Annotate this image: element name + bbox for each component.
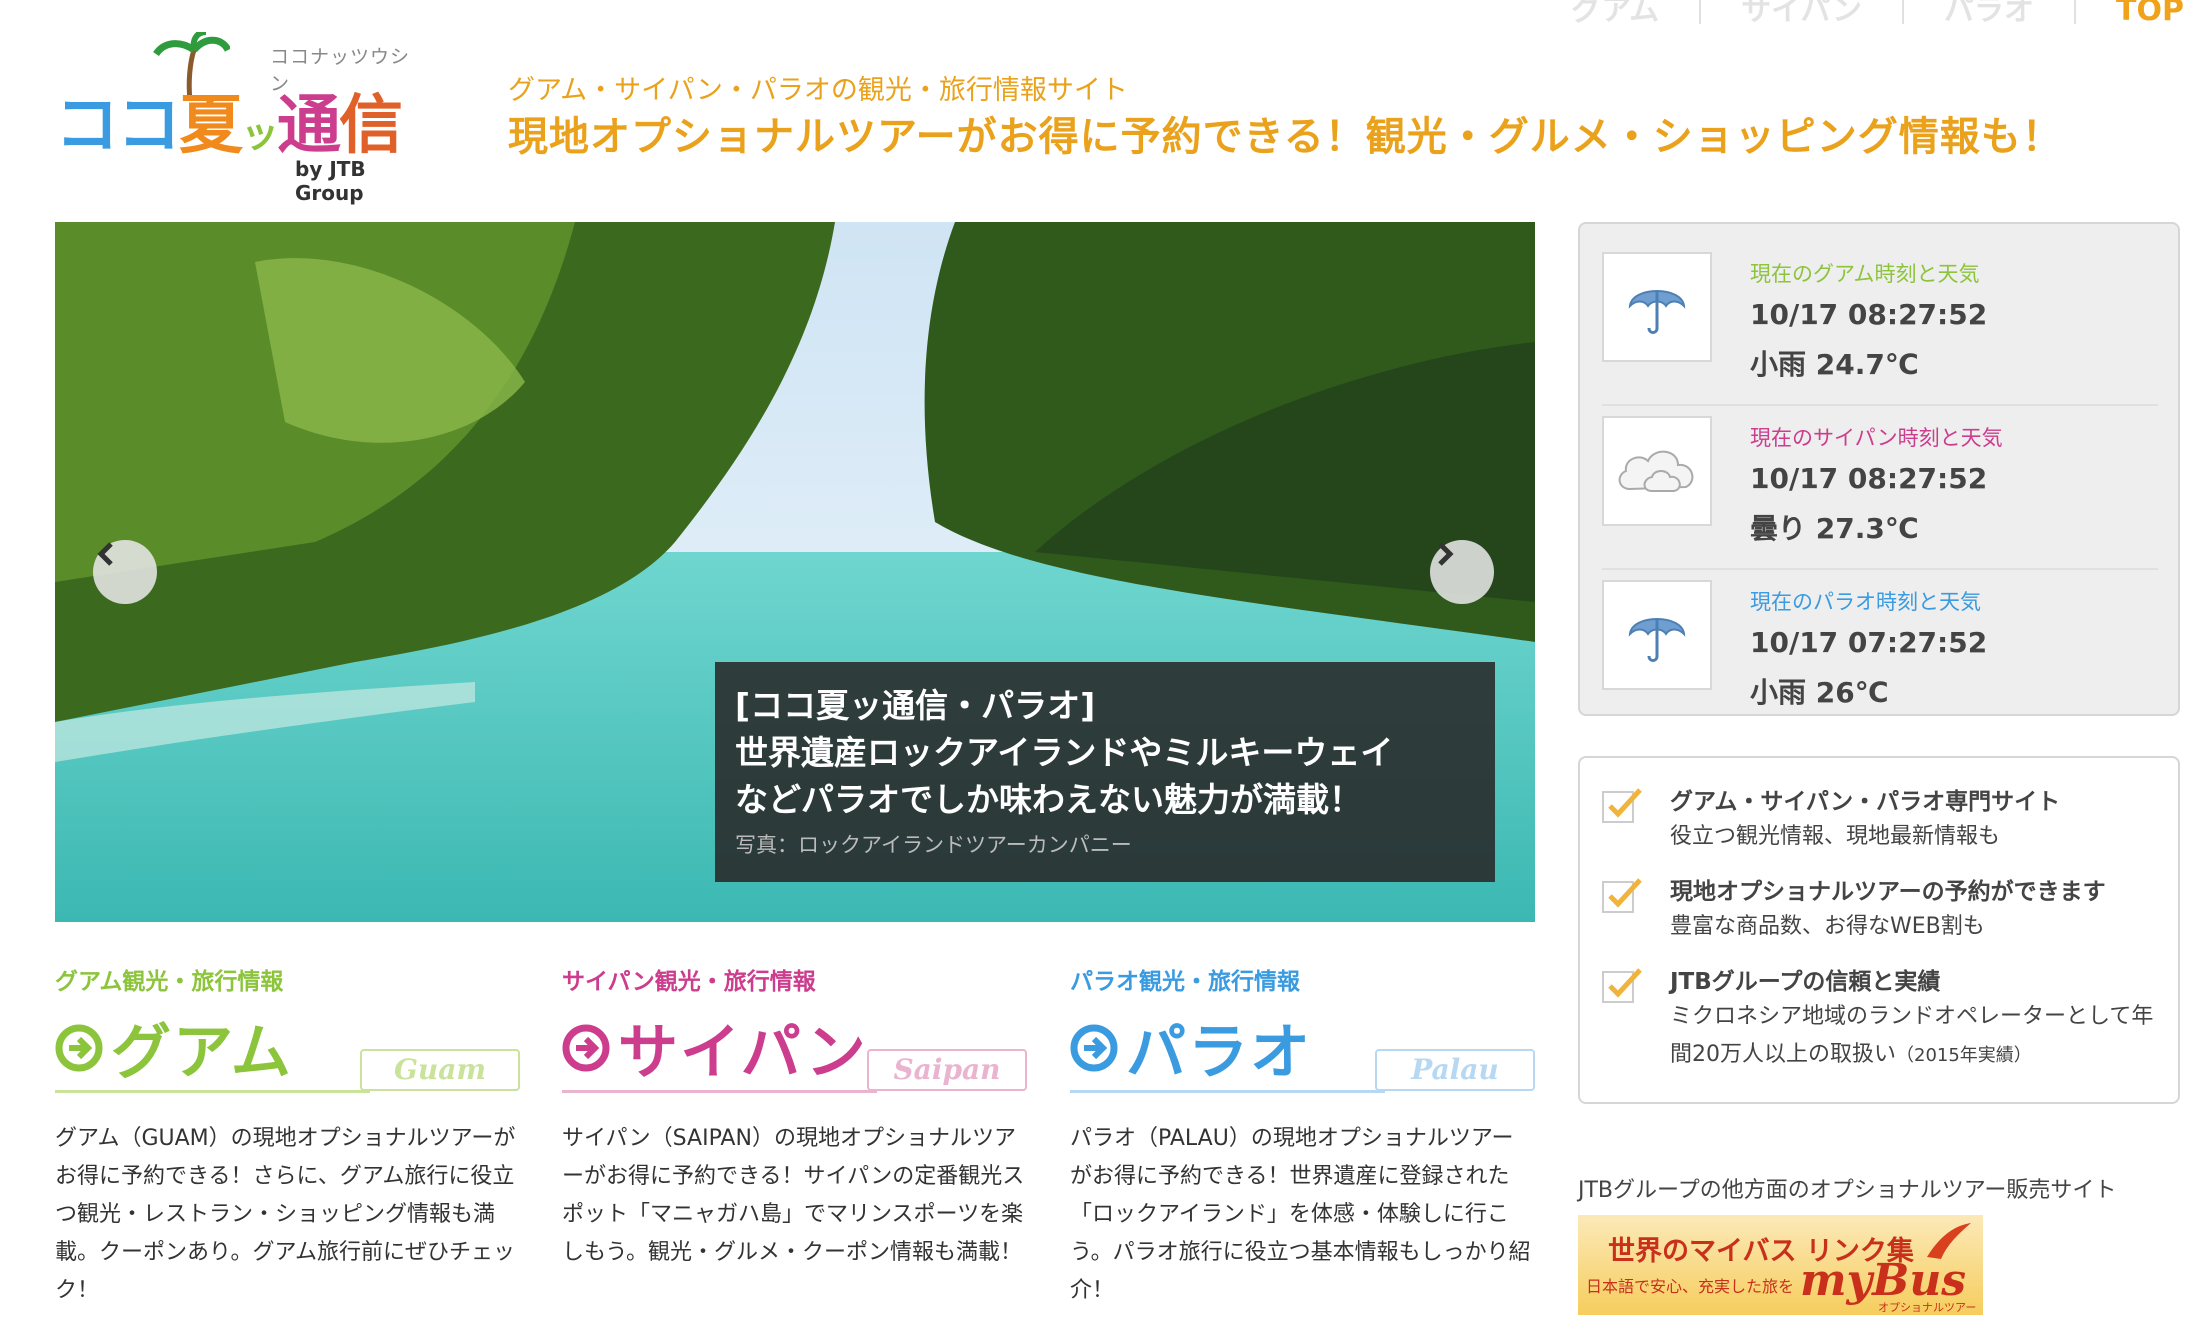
feature-title: グアム・サイパン・パラオ専門サイト [1670,789,2061,815]
arrow-circle-icon [562,1024,610,1071]
weather-time: 10/17 08:27:52 [1750,298,1988,331]
checkmark-icon [1602,878,1642,913]
palau-title: パラオ [1126,1018,1312,1088]
slider-prev-button[interactable] [93,540,157,604]
top-nav: グアム サイパン パラオ TOP [1531,0,2184,24]
palau-divider [1070,1090,1385,1093]
weather-row-saipan: 現在のサイパン時刻と天気 10/17 08:27:52 曇り 27.3℃ [1602,406,2158,570]
guam-title: グアム [111,1018,293,1088]
hero-slider[interactable]: [ココ夏ッ通信・パラオ] 世界遺産ロックアイランドやミルキーウェイ などパラオで… [55,222,1535,922]
feature-desc: 役立つ観光情報、現地最新情報も [1670,824,2001,849]
feature-item: グアム・サイパン・パラオ専門サイト 役立つ観光情報、現地最新情報も [1602,786,2158,856]
palau-banner[interactable]: パラオ Palau [1070,1004,1535,1104]
logo-by: by JTB Group [295,157,366,205]
feature-desc: ミクロネシア地域のランドオペレーターとして年間20万人以上の取扱い（2015年実… [1670,1004,2154,1067]
saipan-title: サイパン [618,1018,868,1088]
guam-banner[interactable]: グアム Guam [55,1004,520,1104]
destination-palau: パラオ観光・旅行情報 パラオ Palau パラオ（PALAU）の現地オプショナル… [1070,962,1535,1310]
slider-next-button[interactable] [1430,540,1494,604]
mybus-small: オプショナルツアー [1878,1301,1977,1314]
umbrella-icon [1628,290,1686,334]
tagline-sub: グアム・サイパン・パラオの観光・旅行情報サイト [508,75,1128,106]
weather-icon-box [1602,252,1712,362]
checkmark-icon [1602,788,1642,823]
weather-time: 10/17 07:27:52 [1750,626,1988,659]
nav-palau[interactable]: パラオ [1902,0,2074,24]
umbrella-icon [1628,618,1686,662]
weather-row-guam: 現在のグアム時刻と天気 10/17 08:27:52 小雨 24.7℃ [1602,242,2158,406]
logo-text: ココ夏ッ通信 [55,89,403,163]
saipan-divider [562,1090,877,1093]
chevron-left-icon [97,542,113,566]
chevron-right-icon [1438,542,1454,566]
palau-subtitle: パラオ観光・旅行情報 [1070,969,1300,995]
nav-saipan[interactable]: サイパン [1699,0,1902,24]
mybus-banner[interactable]: 世界のマイバス リンク集 日本語で安心、充実した旅を myBus オプショナルツ… [1578,1215,1983,1315]
destination-guam: グアム観光・旅行情報 グアム Guam グアム（GUAM）の現地オプショナルツア… [55,962,520,1310]
weather-icon-box [1602,580,1712,690]
weather-condition: 小雨 26℃ [1750,676,1889,709]
destination-saipan: サイパン観光・旅行情報 サイパン Saipan サイパン（SAIPAN）の現地オ… [562,962,1027,1272]
slide-caption[interactable]: [ココ夏ッ通信・パラオ] 世界遺産ロックアイランドやミルキーウェイ などパラオで… [715,662,1495,882]
site-logo[interactable]: ココナッツウシン ココ夏ッ通信 by JTB Group [55,32,425,205]
weather-label: 現在のサイパン時刻と天気 [1750,426,2003,450]
weather-condition: 曇り 27.3℃ [1750,512,1919,545]
checkmark-icon [1602,968,1642,1003]
feature-note: （2015年実績） [1896,1045,2032,1066]
features-panel: グアム・サイパン・パラオ専門サイト 役立つ観光情報、現地最新情報も 現地オプショ… [1578,756,2180,1104]
weather-icon-box [1602,416,1712,526]
caption-line-3: などパラオでしか味わえない魅力が満載！ [735,780,1362,819]
caption-line-1: [ココ夏ッ通信・パラオ] [735,686,1096,725]
feature-title: 現地オプショナルツアーの予約ができます [1670,879,2106,905]
feature-title: JTBグループの信頼と実績 [1670,969,1941,995]
feature-desc: 豊富な商品数、お得なWEB割も [1670,914,1985,939]
arrow-circle-icon [55,1024,103,1071]
saipan-banner[interactable]: サイパン Saipan [562,1004,1027,1104]
guam-description: グアム（GUAM）の現地オプショナルツアーがお得に予約できる！さらに、グアム旅行… [55,1126,516,1303]
palau-description: パラオ（PALAU）の現地オプショナルツアーがお得に予約できる！世界遺産に登録さ… [1070,1126,1531,1303]
weather-label: 現在のグアム時刻と天気 [1750,262,1980,286]
weather-panel: 現在のグアム時刻と天気 10/17 08:27:52 小雨 24.7℃ 現在のサ… [1578,222,2180,716]
mybus-tagline: 日本語で安心、充実した旅を [1586,1277,1795,1296]
nav-guam[interactable]: グアム [1531,0,1699,24]
saipan-description: サイパン（SAIPAN）の現地オプショナルツアーがお得に予約できる！サイパンの定… [562,1126,1025,1265]
feature-item: JTBグループの信頼と実績 ミクロネシア地域のランドオペレーターとして年間20万… [1602,966,2158,1075]
guam-divider [55,1090,370,1093]
arrow-circle-icon [1070,1024,1118,1071]
weather-row-palau: 現在のパラオ時刻と天気 10/17 07:27:52 小雨 26℃ [1602,570,2158,734]
cloud-icon [1618,450,1694,492]
feature-item: 現地オプショナルツアーの予約ができます 豊富な商品数、お得なWEB割も [1602,876,2158,946]
tagline-main: 現地オプショナルツアーがお得に予約できる！観光・グルメ・ショッピング情報も！ [508,114,2063,160]
guam-tag: Guam [360,1049,520,1091]
caption-credit: 写真：ロックアイランドツアーカンパニー [735,833,1132,857]
nav-top[interactable]: TOP [2074,0,2184,24]
weather-label: 現在のパラオ時刻と天気 [1750,590,1981,614]
guam-subtitle: グアム観光・旅行情報 [55,969,284,995]
weather-time: 10/17 08:27:52 [1750,462,1988,495]
saipan-tag: Saipan [867,1049,1027,1091]
saipan-subtitle: サイパン観光・旅行情報 [562,969,816,995]
weather-condition: 小雨 24.7℃ [1750,348,1919,381]
palau-tag: Palau [1375,1049,1535,1091]
jtb-other-sites-label: JTBグループの他方面のオプショナルツアー販売サイト [1578,1178,2117,1203]
swoosh-icon [1927,1223,1971,1259]
caption-line-2: 世界遺産ロックアイランドやミルキーウェイ [735,733,1394,772]
